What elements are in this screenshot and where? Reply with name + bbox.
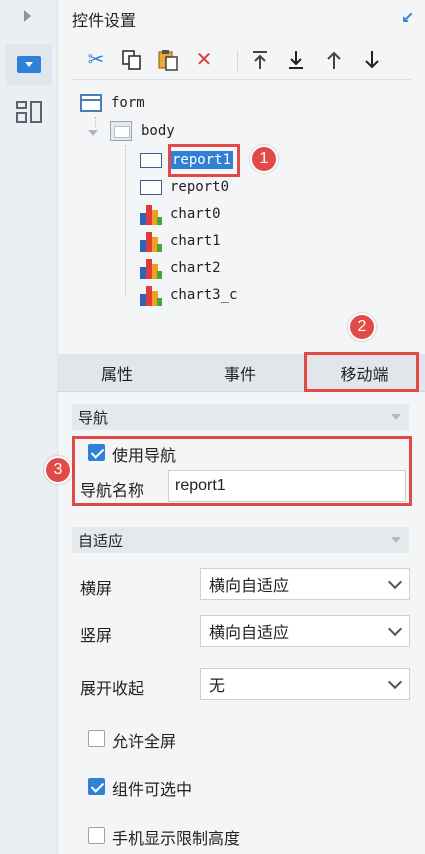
- cut-icon[interactable]: ✂: [82, 46, 110, 74]
- report-icon: [140, 179, 162, 195]
- tree-node-body[interactable]: body: [110, 119, 175, 143]
- highlight-box-mobile-tab: [304, 352, 419, 392]
- limit-height-label: 手机显示限制高度: [112, 831, 241, 848]
- tree-node-chart1[interactable]: chart1: [140, 229, 221, 253]
- portrait-select[interactable]: 横向自适应: [200, 615, 410, 647]
- select-value: 横向自适应: [209, 625, 290, 642]
- step-badge-3: 3: [44, 456, 72, 484]
- expand-arrow-icon[interactable]: [24, 10, 31, 22]
- tree-node-report0[interactable]: report0: [140, 175, 229, 199]
- nav-section-header[interactable]: 导航: [72, 404, 409, 430]
- delete-icon[interactable]: ✕: [190, 46, 218, 74]
- step-badge-1: 1: [250, 145, 278, 173]
- widget-settings-tab[interactable]: [6, 44, 52, 86]
- copy-icon[interactable]: [118, 46, 146, 74]
- expand-collapse-label: 展开收起: [80, 681, 145, 698]
- selectable-label: 组件可选中: [112, 782, 193, 799]
- tree-node-label: form: [111, 95, 145, 111]
- collapse-icon[interactable]: ↙: [401, 8, 419, 27]
- body-icon: [110, 121, 132, 141]
- chart-icon: [140, 257, 164, 279]
- chart-icon: [140, 203, 164, 225]
- collapse-caret-icon[interactable]: [391, 537, 401, 543]
- chevron-down-icon[interactable]: [381, 669, 409, 699]
- paste-icon[interactable]: [154, 46, 182, 74]
- move-up-icon[interactable]: [320, 46, 348, 74]
- report-icon: [140, 152, 162, 168]
- selectable-checkbox[interactable]: [88, 778, 105, 795]
- section-title: 自适应: [78, 532, 124, 550]
- tab-events[interactable]: 事件: [176, 354, 304, 392]
- left-rail: [0, 0, 58, 854]
- highlight-box-nav: [72, 436, 412, 506]
- widget-settings-panel: 控件设置 ↙ ✂ ✕ form body report1 report0 cha…: [44, 0, 425, 854]
- landscape-label: 横屏: [80, 581, 113, 598]
- chart-icon: [140, 230, 164, 252]
- select-value: 横向自适应: [209, 578, 290, 595]
- section-title: 导航: [78, 409, 109, 427]
- step-badge-2: 2: [348, 313, 376, 341]
- tree-node-label: report0: [170, 179, 230, 195]
- form-icon: [80, 94, 102, 112]
- tree-node-label: chart2: [170, 260, 221, 276]
- chevron-down-icon[interactable]: [381, 616, 409, 646]
- landscape-select[interactable]: 横向自适应: [200, 568, 410, 600]
- highlight-box-report1: [168, 144, 240, 177]
- tree-node-label: body: [141, 123, 175, 139]
- allow-fullscreen-label: 允许全屏: [112, 734, 177, 751]
- move-top-icon[interactable]: [246, 46, 274, 74]
- chevron-down-icon[interactable]: [381, 569, 409, 599]
- move-bottom-icon[interactable]: [282, 46, 310, 74]
- layout-icon[interactable]: [16, 101, 42, 123]
- toolbar: ✂ ✕: [72, 42, 412, 80]
- widget-settings-icon: [17, 56, 41, 73]
- expand-collapse-select[interactable]: 无: [200, 668, 410, 700]
- tree-node-label: chart1: [170, 233, 221, 249]
- chart-icon: [140, 284, 164, 306]
- tab-attributes[interactable]: 属性: [58, 354, 176, 392]
- portrait-label: 竖屏: [80, 628, 113, 645]
- adapt-section-header[interactable]: 自适应: [72, 527, 409, 553]
- tree-node-label: chart3_c: [170, 287, 238, 303]
- collapse-caret-icon[interactable]: [391, 414, 401, 420]
- tree-node-chart0[interactable]: chart0: [140, 202, 221, 226]
- select-value: 无: [209, 678, 226, 695]
- move-down-icon[interactable]: [358, 46, 386, 74]
- allow-fullscreen-checkbox[interactable]: [88, 730, 105, 747]
- limit-height-checkbox[interactable]: [88, 827, 105, 844]
- collapse-caret-icon[interactable]: [88, 130, 98, 136]
- tree-node-chart2[interactable]: chart2: [140, 256, 221, 280]
- tree-node-form[interactable]: form: [80, 91, 145, 115]
- tree-node-label: chart0: [170, 206, 221, 222]
- panel-title: 控件设置: [72, 13, 137, 30]
- tree-node-chart3-c[interactable]: chart3_c: [140, 283, 237, 307]
